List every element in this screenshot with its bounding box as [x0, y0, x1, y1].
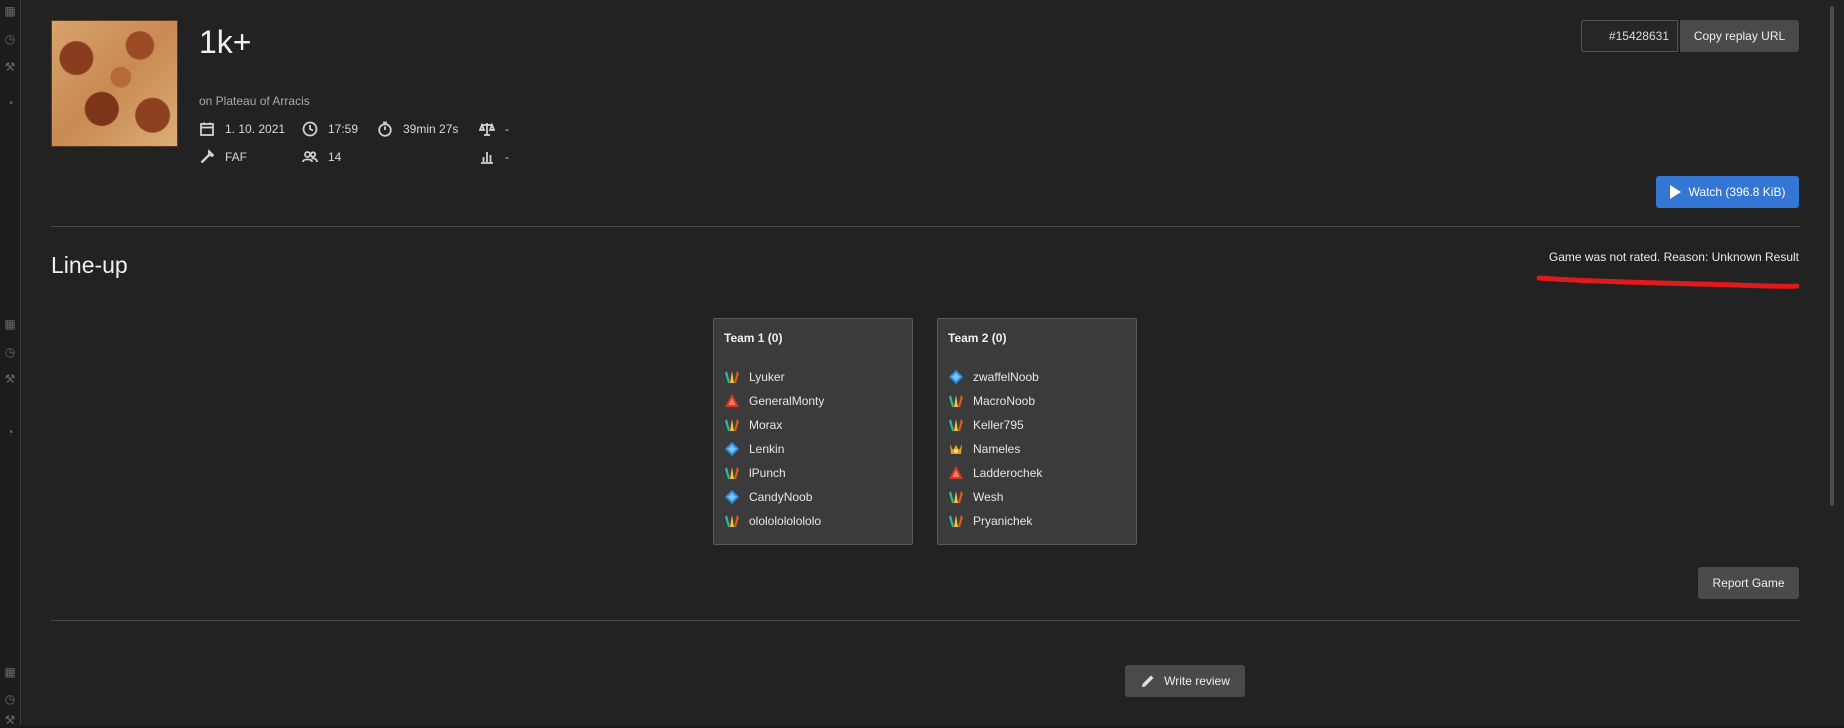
seraphim-faction-icon [724, 369, 740, 385]
player-name: Lyuker [749, 370, 785, 384]
divider [51, 620, 1800, 621]
seraphim-faction-icon [724, 513, 740, 529]
player-name: Wesh [973, 490, 1004, 504]
watch-button-label: Watch (396.8 KiB) [1688, 185, 1786, 199]
player-name: MacroNoob [973, 394, 1036, 408]
divider [51, 226, 1800, 227]
players-info: 14 [302, 149, 341, 165]
game-date: 1. 10. 2021 [225, 122, 286, 136]
team-title: Team 1 (0) [724, 331, 783, 345]
map-name: on Plateau of Arracis [199, 94, 310, 108]
player-name: CandyNoob [749, 490, 813, 504]
game-mod: FAF [225, 150, 248, 164]
player-name: Ladderochek [973, 466, 1043, 480]
calendar-icon: ▦ [4, 4, 16, 18]
game-rating: - [505, 150, 509, 164]
player-row[interactable]: Lyuker [724, 365, 902, 389]
calendar-icon: ▦ [4, 665, 16, 679]
stopwatch-icon [378, 121, 392, 137]
cybran-faction-icon [948, 465, 964, 481]
player-name: zwaffelNoob [973, 370, 1039, 384]
scrollbar[interactable] [1830, 6, 1834, 506]
play-icon [1669, 185, 1681, 199]
player-name: olololololololo [749, 514, 822, 528]
player-row[interactable]: Pryanichek [948, 509, 1126, 533]
write-review-label: Write review [1164, 674, 1230, 688]
player-row[interactable]: Keller795 [948, 413, 1126, 437]
pencil-icon [1142, 675, 1154, 687]
player-row[interactable]: GeneralMonty [724, 389, 902, 413]
map-preview [51, 20, 178, 147]
date-info: 1. 10. 2021 [199, 121, 285, 137]
player-row[interactable]: lPunch [724, 461, 902, 485]
replay-id-field[interactable]: #15428631 [1581, 20, 1678, 52]
player-name: Pryanichek [973, 514, 1033, 528]
player-name: Nameles [973, 442, 1021, 456]
clock-icon [302, 121, 318, 137]
write-review-button[interactable]: Write review [1125, 665, 1245, 697]
player-name: Keller795 [973, 418, 1024, 432]
left-sidebar-strip: ▦ ◷ ⚒ ◔ ▦ ◷ ⚒ ◔ ▦ ◷ ⚒ [0, 0, 21, 728]
copy-replay-url-button[interactable]: Copy replay URL [1680, 20, 1799, 52]
game-title: 1k+ [199, 24, 252, 60]
balance-info: - [479, 121, 509, 137]
player-row[interactable]: MacroNoob [948, 389, 1126, 413]
users-icon [302, 151, 318, 163]
watch-button[interactable]: Watch (396.8 KiB) [1656, 176, 1799, 208]
wrench-icon [200, 149, 215, 164]
player-row[interactable]: zwaffelNoob [948, 365, 1126, 389]
player-name: Morax [749, 418, 783, 432]
clock-icon: ◷ [4, 692, 16, 706]
time-info: 17:59 [302, 121, 358, 137]
player-row[interactable]: Morax [724, 413, 902, 437]
clock-icon: ◷ [4, 345, 16, 359]
player-row[interactable]: olololololololo [724, 509, 902, 533]
seraphim-faction-icon [948, 489, 964, 505]
stopwatch-icon: ◔ [6, 96, 14, 110]
wrench-icon: ⚒ [4, 713, 16, 727]
player-name: GeneralMonty [749, 394, 825, 408]
player-row[interactable]: Ladderochek [948, 461, 1126, 485]
team-2-card: Team 2 (0) zwaffelNoob MacroNoob Keller795… [937, 318, 1137, 545]
clock-icon: ◷ [4, 32, 16, 46]
uef-faction-icon [724, 489, 740, 505]
stopwatch-icon: ◔ [6, 425, 14, 439]
player-row[interactable]: Nameles [948, 437, 1126, 461]
wrench-icon: ⚒ [4, 372, 16, 386]
mod-info: FAF [199, 149, 247, 165]
rating-notice: Game was not rated. Reason: Unknown Resu… [1548, 250, 1799, 264]
cybran-faction-icon [724, 393, 740, 409]
lineup-title: Line-up [51, 252, 128, 278]
report-game-button[interactable]: Report Game [1698, 567, 1799, 599]
seraphim-faction-icon [724, 417, 740, 433]
aeon-faction-icon [948, 441, 964, 457]
seraphim-faction-icon [948, 393, 964, 409]
game-time: 17:59 [328, 122, 359, 136]
player-count: 14 [328, 150, 342, 164]
calendar-icon: ▦ [4, 317, 16, 331]
red-underline-annotation [1536, 275, 1800, 289]
balance-scale-icon [479, 122, 495, 136]
rating-info: - [479, 149, 509, 165]
player-row[interactable]: Lenkin [724, 437, 902, 461]
game-balance: - [505, 122, 509, 136]
uef-faction-icon [948, 369, 964, 385]
seraphim-faction-icon [948, 417, 964, 433]
seraphim-faction-icon [724, 465, 740, 481]
team-title: Team 2 (0) [948, 331, 1007, 345]
player-name: Lenkin [749, 442, 785, 456]
bar-chart-icon [481, 152, 493, 164]
team-1-card: Team 1 (0) Lyuker GeneralMonty Morax Lenkin… [713, 318, 913, 545]
wrench-icon: ⚒ [4, 60, 16, 74]
player-name: lPunch [749, 466, 786, 480]
player-row[interactable]: Wesh [948, 485, 1126, 509]
seraphim-faction-icon [948, 513, 964, 529]
calendar-icon [200, 122, 214, 136]
game-duration: 39min 27s [403, 122, 459, 136]
duration-info: 39min 27s [377, 121, 458, 137]
player-row[interactable]: CandyNoob [724, 485, 902, 509]
uef-faction-icon [724, 441, 740, 457]
